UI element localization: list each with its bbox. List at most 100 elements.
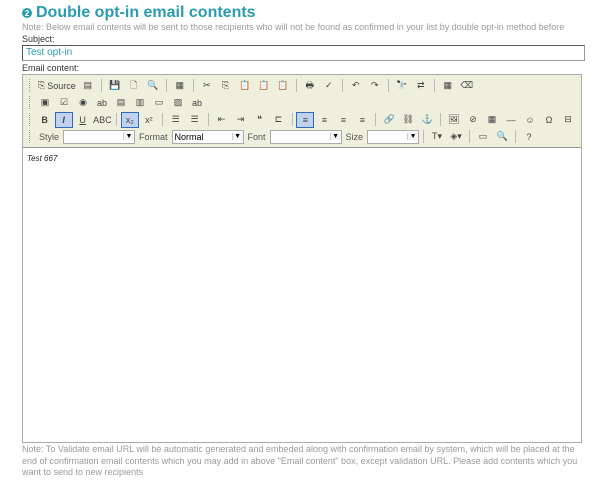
div-button[interactable]: ⊏ bbox=[270, 112, 288, 128]
image-button-button[interactable]: ▨ bbox=[169, 95, 187, 111]
checkbox-icon: ☑ bbox=[59, 97, 69, 107]
radio-button[interactable]: ◉ bbox=[74, 95, 92, 111]
page-title: Double opt-in email contents bbox=[36, 4, 256, 21]
templates-icon: ▦ bbox=[175, 80, 184, 90]
special-char-button[interactable]: Ω bbox=[540, 112, 558, 128]
paste-button[interactable]: 📋 bbox=[236, 78, 254, 94]
indent-button[interactable]: ⇥ bbox=[232, 112, 250, 128]
justify-button[interactable]: ≡ bbox=[353, 112, 371, 128]
horizontal-rule-button[interactable]: ― bbox=[502, 112, 520, 128]
replace-button[interactable]: ⇄ bbox=[412, 78, 430, 94]
align-left-icon: ≡ bbox=[302, 114, 308, 125]
flash-button[interactable]: ⊘ bbox=[464, 112, 482, 128]
underline-icon: U bbox=[79, 114, 86, 125]
style-select[interactable]: ▼ bbox=[63, 129, 136, 144]
show-blocks-button[interactable]: 🔍 bbox=[493, 129, 511, 145]
toolbar-separator bbox=[161, 113, 163, 126]
horizontal-rule-icon: ― bbox=[506, 114, 516, 125]
preview-button[interactable]: 🔍 bbox=[144, 78, 162, 94]
underline-button[interactable]: U bbox=[74, 112, 92, 128]
bold-button[interactable]: B bbox=[36, 112, 54, 128]
textarea-icon: ▤ bbox=[116, 97, 126, 107]
bottom-note: Note: To Validate email URL will be auto… bbox=[22, 444, 578, 477]
cut-button[interactable]: ✂ bbox=[198, 78, 216, 94]
align-center-button[interactable]: ≡ bbox=[315, 112, 333, 128]
chevron-down-icon: ▼ bbox=[407, 133, 419, 140]
toolbar-grip[interactable] bbox=[29, 130, 32, 143]
flash-icon: ⊘ bbox=[469, 114, 477, 124]
link-icon: 🔗 bbox=[383, 114, 395, 124]
new-page-button[interactable]: 🗋 bbox=[125, 78, 143, 94]
redo-button[interactable]: ↷ bbox=[366, 78, 384, 94]
strike-button[interactable]: ABC bbox=[93, 112, 112, 128]
editor-content-area[interactable]: Test 667 bbox=[23, 148, 581, 169]
toolbar-grip[interactable] bbox=[29, 96, 32, 109]
ordered-list-button[interactable]: ☰ bbox=[167, 112, 185, 128]
page-break-button[interactable]: ⊟ bbox=[559, 112, 577, 128]
print-icon: 🖶 bbox=[305, 79, 314, 90]
undo-button[interactable]: ↶ bbox=[347, 78, 365, 94]
remove-format-button[interactable]: ⌫ bbox=[458, 78, 476, 94]
chevron-down-icon: ▼ bbox=[329, 133, 341, 140]
anchor-button[interactable]: ⚓ bbox=[418, 112, 436, 128]
button-button[interactable]: ▭ bbox=[150, 95, 168, 111]
text-color-button[interactable]: T▾ bbox=[428, 129, 446, 145]
spellcheck-button[interactable]: ✓ bbox=[320, 78, 338, 94]
italic-button[interactable]: I bbox=[54, 111, 73, 128]
superscript-button[interactable]: x² bbox=[140, 112, 158, 128]
radio-icon: ◉ bbox=[79, 97, 87, 107]
top-note: Note: Below email contents will be sent … bbox=[22, 22, 565, 32]
bg-color-button[interactable]: ◈▾ bbox=[447, 129, 465, 145]
blockquote-button[interactable]: ❝ bbox=[251, 112, 269, 128]
source-button[interactable]: ⎘ Source bbox=[36, 78, 78, 94]
align-left-button[interactable]: ≡ bbox=[296, 111, 315, 128]
table-button[interactable]: ▦ bbox=[483, 112, 501, 128]
rich-text-editor: ⎘ Source ▤ 💾 🗋 🔍 ▦ ✂ ⎘ 📋 📋 📋 🖶 ✓ ↶ ↷ 🔭 ⇄ ▦ ⌫ ▣ ☑ ◉ ab ▤ ▥ ▭ ▨ ab B I U A… bbox=[22, 74, 582, 443]
link-button[interactable]: 🔗 bbox=[380, 112, 398, 128]
select-all-button[interactable]: ▦ bbox=[439, 78, 457, 94]
toolbar-separator bbox=[165, 79, 167, 92]
subscript-button[interactable]: x₂ bbox=[120, 111, 139, 128]
form-button[interactable]: ▣ bbox=[36, 95, 54, 111]
toolbar-grip[interactable] bbox=[29, 113, 32, 126]
preview-template-button[interactable]: ▤ bbox=[79, 78, 97, 94]
about-button[interactable]: ? bbox=[520, 129, 538, 145]
copy-button[interactable]: ⎘ bbox=[217, 78, 235, 94]
new-page-icon: 🗋 bbox=[130, 79, 138, 90]
align-right-icon: ≡ bbox=[340, 114, 346, 125]
editor-toolbar: ⎘ Source ▤ 💾 🗋 🔍 ▦ ✂ ⎘ 📋 📋 📋 🖶 ✓ ↶ ↷ 🔭 ⇄ ▦ ⌫ ▣ ☑ ◉ ab ▤ ▥ ▭ ▨ ab B I U A… bbox=[23, 75, 581, 148]
image-button[interactable]: 🖼 bbox=[445, 112, 463, 128]
format-value: Normal bbox=[174, 131, 204, 142]
smiley-button[interactable]: ☺ bbox=[521, 112, 539, 128]
align-right-button[interactable]: ≡ bbox=[334, 112, 352, 128]
hidden-field-button[interactable]: ab bbox=[188, 95, 206, 111]
print-button[interactable]: 🖶 bbox=[301, 78, 319, 94]
format-select[interactable]: Normal ▼ bbox=[171, 129, 244, 144]
select-field-button[interactable]: ▥ bbox=[131, 95, 149, 111]
toolbar-separator bbox=[295, 79, 297, 92]
section-title: 2 Double opt-in email contents bbox=[22, 4, 256, 22]
toolbar-separator bbox=[423, 130, 425, 143]
find-button[interactable]: 🔭 bbox=[393, 78, 411, 94]
size-select[interactable]: ▼ bbox=[367, 129, 420, 144]
preview-icon: 🔍 bbox=[147, 80, 159, 90]
font-select[interactable]: ▼ bbox=[269, 129, 342, 144]
text-field-button[interactable]: ab bbox=[93, 95, 111, 111]
textarea-button[interactable]: ▤ bbox=[112, 95, 130, 111]
font-label: Font bbox=[247, 131, 266, 142]
checkbox-button[interactable]: ☑ bbox=[55, 95, 73, 111]
paste-text-button[interactable]: 📋 bbox=[255, 78, 273, 94]
subject-input[interactable] bbox=[22, 45, 585, 61]
maximize-button[interactable]: ▭ bbox=[474, 129, 492, 145]
toolbar-grip[interactable] bbox=[29, 79, 32, 92]
templates-button[interactable]: ▦ bbox=[171, 78, 189, 94]
paste-word-button[interactable]: 📋 bbox=[274, 78, 292, 94]
text-color-icon: T▾ bbox=[432, 131, 443, 141]
outdent-button[interactable]: ⇤ bbox=[213, 112, 231, 128]
special-char-icon: Ω bbox=[545, 114, 553, 125]
toolbar-row: B I U ABC x₂ x² ☰ ☰ ⇤ ⇥ ❝ ⊏ ≡ ≡ ≡ ≡ 🔗 ⛓ ⚓ 🖼 ⊘ ▦ ― ☺ Ω ⊟ bbox=[27, 111, 577, 128]
unlink-button[interactable]: ⛓ bbox=[399, 112, 417, 128]
smiley-icon: ☺ bbox=[525, 114, 535, 125]
bullet-list-button[interactable]: ☰ bbox=[186, 112, 204, 128]
save-button[interactable]: 💾 bbox=[106, 78, 124, 94]
